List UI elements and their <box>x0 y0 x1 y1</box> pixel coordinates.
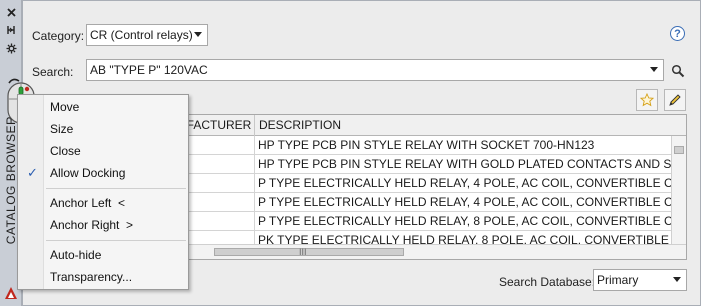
autodesk-logo-icon <box>4 286 18 300</box>
menu-item-label: Transparency... <box>50 270 133 284</box>
table-row[interactable]: P TYPE ELECTRICALLY HELD RELAY, 4 POLE, … <box>174 193 686 212</box>
chevron-down-icon <box>194 32 202 37</box>
pin-icon[interactable] <box>4 23 18 37</box>
settings-icon[interactable] <box>4 41 18 55</box>
table-row[interactable]: HP TYPE PCB PIN STYLE RELAY WITH SOCKET … <box>174 136 686 155</box>
category-dropdown[interactable]: CR (Control relays) <box>86 24 208 46</box>
pencil-icon <box>669 94 681 106</box>
menu-item-size[interactable]: Size <box>18 118 188 140</box>
star-icon <box>640 93 654 107</box>
menu-item-allow-docking[interactable]: ✓ Allow Docking <box>18 162 188 184</box>
results-grid[interactable]: UFACTURER DESCRIPTION HP TYPE PCB PIN ST… <box>173 114 687 260</box>
category-value: CR (Control relays) <box>90 28 193 42</box>
description-cell: P TYPE ELECTRICALLY HELD RELAY, 4 POLE, … <box>255 193 686 212</box>
column-header-description[interactable]: DESCRIPTION <box>255 115 686 136</box>
search-label: Search: <box>32 65 74 79</box>
category-label: Category: <box>32 29 85 43</box>
description-cell: HP TYPE PCB PIN STYLE RELAY WITH GOLD PL… <box>255 155 686 174</box>
close-icon[interactable] <box>4 5 18 19</box>
palette-title-text: CATALOG BROWSER <box>4 115 18 245</box>
menu-item-anchor-right[interactable]: Anchor Right > <box>18 214 188 236</box>
table-row[interactable]: P TYPE ELECTRICALLY HELD RELAY, 8 POLE, … <box>174 212 686 231</box>
description-cell: P TYPE ELECTRICALLY HELD RELAY, 8 POLE, … <box>255 212 686 231</box>
favorite-star-button[interactable] <box>636 89 658 111</box>
table-row[interactable]: HP TYPE PCB PIN STYLE RELAY WITH GOLD PL… <box>174 155 686 174</box>
context-menu: Move Size Close ✓ Allow Docking Anchor L… <box>17 94 189 290</box>
horizontal-scrollbar[interactable]: III <box>174 244 686 259</box>
edit-button[interactable] <box>664 89 686 111</box>
checkmark-icon: ✓ <box>27 165 38 180</box>
menu-separator <box>46 188 186 189</box>
search-input[interactable]: AB "TYPE P" 120VAC <box>86 59 664 81</box>
menu-item-transparency[interactable]: Transparency... <box>18 266 188 288</box>
menu-item-anchor-left[interactable]: Anchor Left < <box>18 192 188 214</box>
search-database-label: Search Database: <box>499 275 596 289</box>
menu-item-label: Anchor Right > <box>50 218 134 232</box>
description-cell: P TYPE ELECTRICALLY HELD RELAY, 4 POLE, … <box>255 174 686 193</box>
menu-item-label: Allow Docking <box>50 166 126 180</box>
vertical-scroll-thumb[interactable] <box>674 146 684 154</box>
table-row[interactable]: P TYPE ELECTRICALLY HELD RELAY, 4 POLE, … <box>174 174 686 193</box>
scroll-grip: III <box>299 247 307 257</box>
menu-item-label: Auto-hide <box>50 248 102 262</box>
menu-item-move[interactable]: Move <box>18 96 188 118</box>
chevron-down-icon[interactable] <box>650 67 658 72</box>
menu-item-auto-hide[interactable]: Auto-hide <box>18 244 188 266</box>
menu-item-label: Close <box>50 144 81 158</box>
search-value: AB "TYPE P" 120VAC <box>90 63 208 77</box>
menu-separator <box>46 240 186 241</box>
menu-item-label: Move <box>50 100 80 114</box>
search-database-dropdown[interactable]: Primary <box>593 269 687 291</box>
menu-item-close[interactable]: Close <box>18 140 188 162</box>
help-icon[interactable]: ? <box>670 26 685 41</box>
vertical-scrollbar[interactable] <box>671 136 686 246</box>
search-icon[interactable] <box>671 64 685 78</box>
search-database-value: Primary <box>597 273 639 287</box>
horizontal-scroll-thumb[interactable] <box>214 248 404 256</box>
chevron-down-icon <box>673 277 681 282</box>
menu-item-label: Anchor Left < <box>50 196 126 210</box>
menu-item-label: Size <box>50 122 74 136</box>
grid-header: UFACTURER DESCRIPTION <box>174 115 686 136</box>
description-cell: HP TYPE PCB PIN STYLE RELAY WITH SOCKET … <box>255 136 686 155</box>
